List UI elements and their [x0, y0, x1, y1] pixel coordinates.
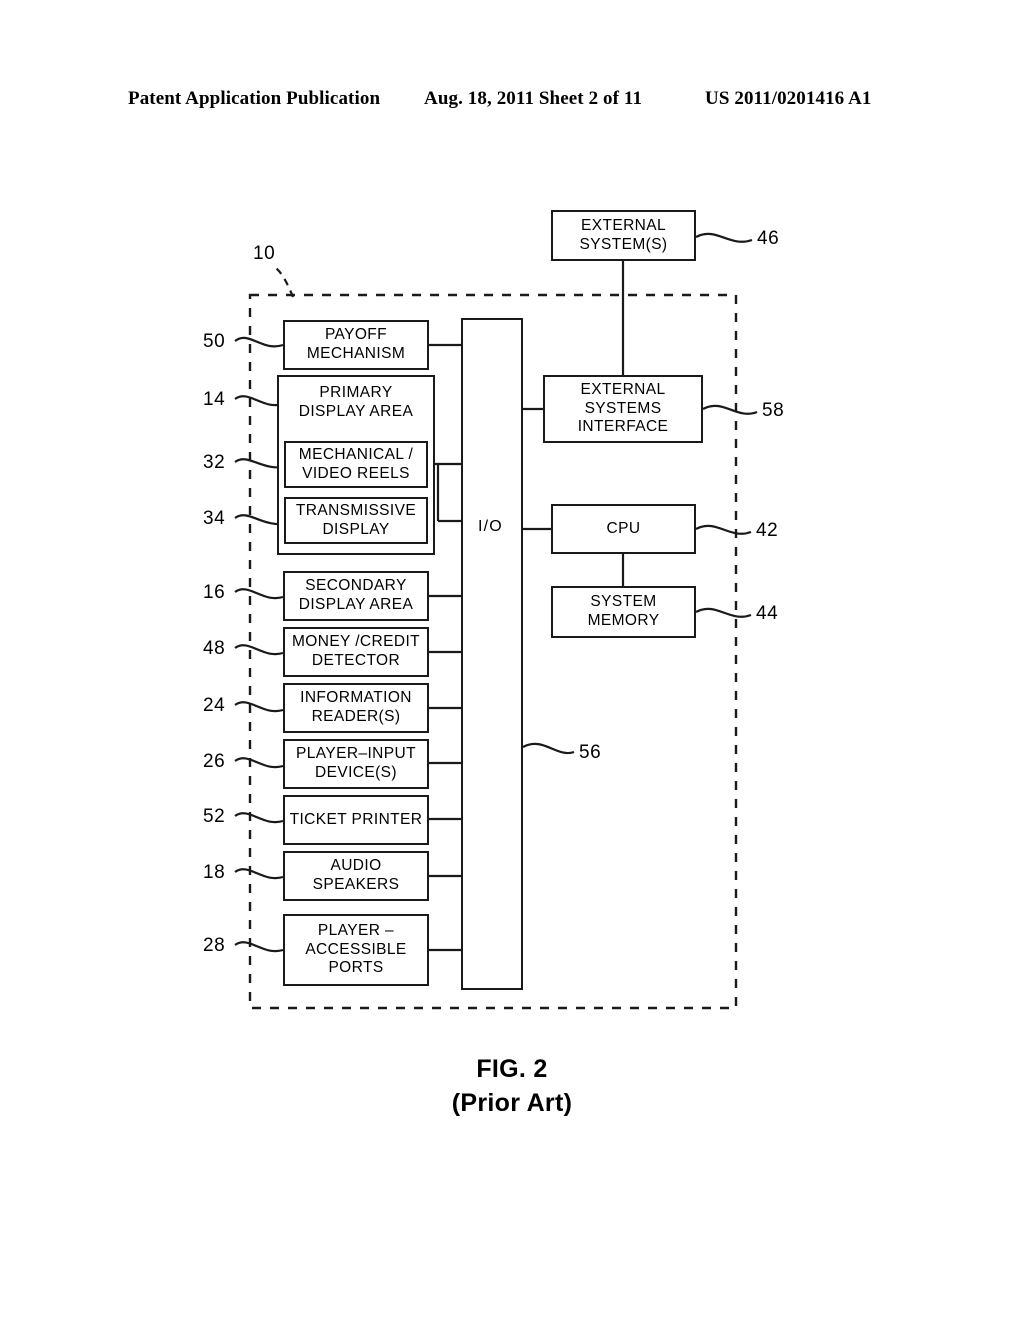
refnum-52: 52 [203, 806, 226, 827]
node-information-readers-line2: READER(S) [311, 708, 401, 725]
refnum-26: 26 [203, 751, 226, 772]
node-payoff-mechanism-line1: PAYOFF [324, 326, 388, 344]
node-audio-speakers-line1: AUDIO [330, 857, 382, 875]
node-information-readers[interactable]: INFORMATION READER(S) [283, 683, 429, 733]
figure-caption-note: (Prior Art) [451, 1089, 573, 1117]
lead-line-10 [271, 264, 295, 298]
node-external-systems-line1: EXTERNAL [580, 216, 667, 234]
lead-line-56 [522, 742, 575, 755]
node-external-systems-interface-line2: SYSTEMS [584, 399, 662, 417]
figure-caption: FIG. 2 (Prior Art) [0, 1052, 1024, 1120]
node-audio-speakers-line2: SPEAKERS [312, 876, 400, 893]
node-external-systems[interactable]: EXTERNAL SYSTEM(S) [551, 210, 696, 261]
node-mechanical-video-reels-line1: MECHANICAL / [298, 445, 414, 463]
refnum-18: 18 [203, 862, 226, 883]
node-secondary-display-area-line1: SECONDARY [305, 577, 407, 595]
node-external-systems-interface[interactable]: EXTERNAL SYSTEMS INTERFACE [543, 375, 703, 443]
refnum-58: 58 [762, 400, 785, 421]
node-player-input-devices[interactable]: PLAYER–INPUT DEVICE(S) [283, 739, 429, 789]
refnum-28: 28 [203, 935, 226, 956]
node-cpu[interactable]: CPU [551, 504, 696, 554]
node-ticket-printer[interactable]: TICKET PRINTER [283, 795, 429, 845]
lead-line-26 [234, 757, 284, 769]
lead-line-16 [234, 588, 284, 600]
lead-line-28 [234, 941, 284, 953]
refnum-48: 48 [203, 638, 226, 659]
refnum-46: 46 [757, 228, 780, 249]
lead-line-18 [234, 868, 284, 880]
refnum-34: 34 [203, 508, 226, 529]
node-transmissive-display-line1: TRANSMISSIVE [295, 501, 417, 519]
refnum-10: 10 [253, 243, 276, 264]
node-player-accessible-ports-line1: PLAYER – [317, 921, 395, 939]
node-payoff-mechanism[interactable]: PAYOFF MECHANISM [283, 320, 429, 370]
node-system-memory-line1: SYSTEM [590, 593, 657, 611]
refnum-32: 32 [203, 452, 226, 473]
figure-2-block-diagram: I/O EXTERNAL SYSTEM(S) PAYOFF MECHANISM … [0, 0, 1024, 1320]
io-block[interactable] [461, 318, 523, 990]
lead-line-24 [234, 701, 284, 713]
node-information-readers-line1: INFORMATION [300, 689, 412, 707]
node-external-systems-interface-line1: EXTERNAL [580, 380, 666, 398]
refnum-16: 16 [203, 582, 226, 603]
node-secondary-display-area[interactable]: SECONDARY DISPLAY AREA [283, 571, 429, 621]
node-mechanical-video-reels-line2: VIDEO REELS [302, 464, 410, 482]
node-player-input-devices-line1: PLAYER–INPUT [296, 745, 416, 763]
lead-line-50 [234, 336, 284, 348]
node-audio-speakers[interactable]: AUDIO SPEAKERS [283, 851, 429, 901]
refnum-14: 14 [203, 389, 226, 410]
node-money-credit-detector[interactable]: MONEY /CREDIT DETECTOR [283, 627, 429, 677]
lead-line-44 [695, 607, 752, 618]
node-system-memory-line2: MEMORY [587, 612, 660, 629]
refnum-50: 50 [203, 331, 226, 352]
node-player-accessible-ports-line3: PORTS [328, 959, 384, 977]
refnum-44: 44 [756, 603, 779, 624]
refnum-56: 56 [579, 742, 602, 763]
node-system-memory[interactable]: SYSTEM MEMORY [551, 586, 696, 638]
node-player-accessible-ports[interactable]: PLAYER – ACCESSIBLE PORTS [283, 914, 429, 986]
node-secondary-display-area-line2: DISPLAY AREA [298, 596, 414, 613]
node-mechanical-video-reels[interactable]: MECHANICAL / VIDEO REELS [284, 441, 428, 488]
node-money-credit-detector-line1: MONEY /CREDIT [291, 633, 421, 651]
node-primary-display-area-line2: DISPLAY AREA [298, 402, 414, 420]
node-primary-display-area-line1: PRIMARY [319, 384, 393, 401]
node-payoff-mechanism-line2: MECHANISM [306, 345, 406, 362]
lead-line-14 [234, 395, 284, 407]
node-player-accessible-ports-line2: ACCESSIBLE [305, 940, 407, 958]
node-external-systems-line2: SYSTEM(S) [579, 235, 668, 253]
refnum-42: 42 [756, 520, 779, 541]
lead-line-42 [695, 524, 752, 535]
io-block-label: I/O [478, 518, 503, 535]
lead-line-58 [702, 404, 758, 415]
node-cpu-line1: CPU [606, 519, 641, 537]
node-external-systems-interface-line3: INTERFACE [577, 418, 669, 436]
node-money-credit-detector-line2: DETECTOR [311, 652, 401, 669]
figure-caption-number: FIG. 2 [476, 1055, 548, 1083]
node-player-input-devices-line2: DEVICE(S) [315, 764, 397, 781]
lead-line-46 [695, 232, 753, 243]
refnum-24: 24 [203, 695, 226, 716]
node-ticket-printer-line1: TICKET PRINTER [289, 810, 423, 828]
lead-line-52 [234, 812, 284, 824]
lead-line-48 [234, 644, 284, 656]
node-transmissive-display-line2: DISPLAY [322, 520, 390, 538]
node-transmissive-display[interactable]: TRANSMISSIVE DISPLAY [284, 497, 428, 544]
